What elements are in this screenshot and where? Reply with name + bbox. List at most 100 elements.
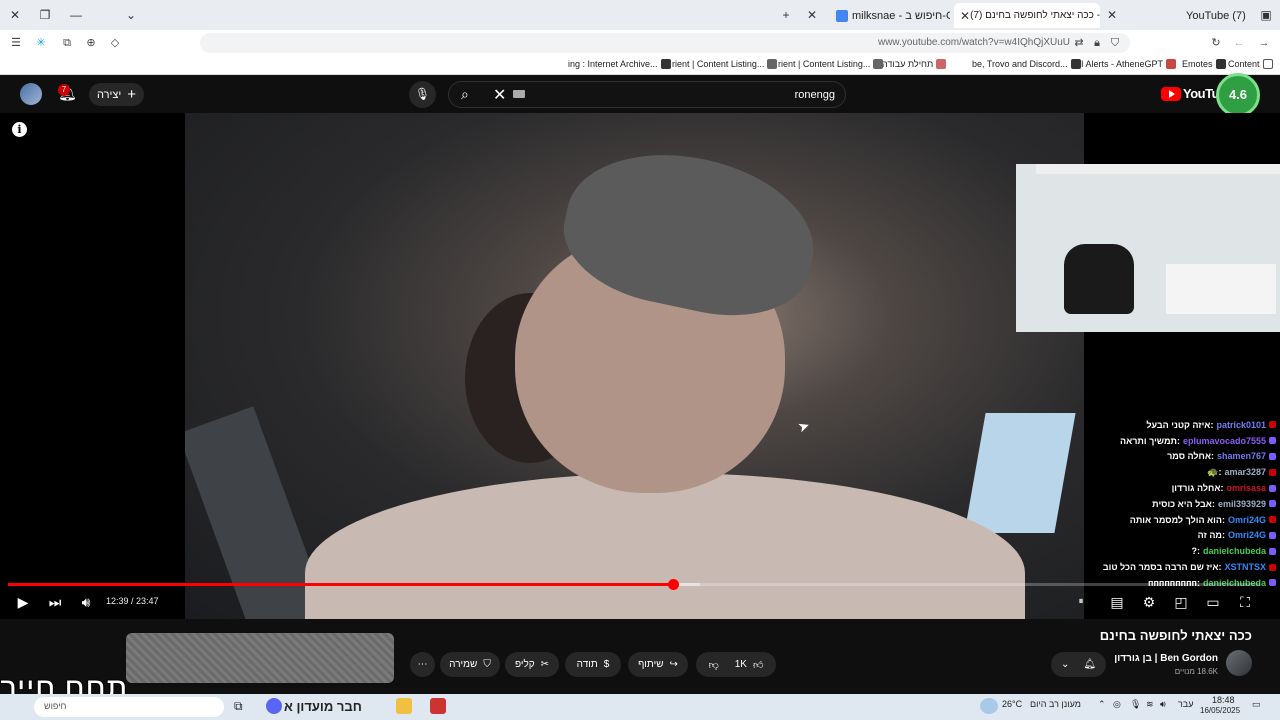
- subscribe-bell-button[interactable]: ⌄ 🔔︎: [1051, 652, 1106, 677]
- restore-window-icon[interactable]: ❐: [36, 6, 54, 24]
- forward-icon[interactable]: →: [1257, 36, 1271, 50]
- extension-icon[interactable]: ✳: [34, 36, 48, 50]
- tab-youtube-home[interactable]: YouTube (7): [1180, 3, 1250, 28]
- bookmark-trovo[interactable]: be, Trovo and Discord...: [972, 59, 1081, 69]
- subtitles-icon[interactable]: ▤: [1108, 593, 1126, 611]
- chat-separator: :: [1210, 419, 1214, 430]
- chat-badge-icon: [1269, 452, 1276, 460]
- download-icon[interactable]: ⊕: [84, 36, 98, 50]
- progress-scrubber[interactable]: [667, 579, 679, 590]
- dislike-icon[interactable]: 👎︎: [709, 659, 719, 671]
- notification-count-badge: 7: [58, 84, 70, 96]
- search-input[interactable]: ronengg: [795, 89, 835, 101]
- keyboard-icon[interactable]: [513, 90, 525, 98]
- more-actions-button[interactable]: ⋯: [410, 652, 435, 677]
- chat-username: Omri24G: [1227, 530, 1266, 541]
- like-dislike-button[interactable]: 👎︎ 1K 👍︎: [696, 652, 776, 677]
- network-icon[interactable]: ◎: [1113, 699, 1121, 710]
- chat-message: אחלה סמר : shamen767: [1048, 449, 1276, 465]
- shield-icon[interactable]: ◇: [108, 36, 122, 50]
- bookmark-start-work[interactable]: תחילת עבודה: [882, 59, 947, 69]
- channel-avatar[interactable]: [1226, 650, 1252, 676]
- progress-bar[interactable]: [8, 579, 1260, 590]
- fullscreen-icon[interactable]: ⛶: [1236, 593, 1254, 611]
- play-icon[interactable]: ▶: [14, 593, 32, 611]
- chat-username: amar3287: [1224, 467, 1266, 478]
- reload-icon[interactable]: ↻: [1209, 36, 1223, 50]
- bookmark-internet-archive[interactable]: ing : Internet Archive...: [568, 59, 671, 69]
- clock-time[interactable]: 18:48: [1212, 695, 1235, 705]
- save-button[interactable]: שמירה ⛉: [440, 652, 500, 677]
- menu-icon[interactable]: ☰: [9, 36, 23, 50]
- task-view-icon[interactable]: ⧉: [234, 699, 243, 714]
- clip-button[interactable]: קליפ ✂: [505, 652, 559, 677]
- notification-center-icon[interactable]: ▭: [1252, 699, 1261, 710]
- video-player[interactable]: i איזה קטני הבעל : patrick0101 תמשיך ותרא…: [0, 113, 1280, 619]
- chat-separator: :: [1196, 546, 1200, 557]
- time-display: 12:39 / 23:47: [106, 596, 159, 606]
- taskbar-search-field[interactable]: חיפוש: [34, 697, 224, 717]
- taskbar-app-label[interactable]: חבר מועדון א: [284, 699, 362, 714]
- bookmark-content[interactable]: Content: [1228, 59, 1273, 69]
- theater-mode-icon[interactable]: ▭: [1204, 593, 1222, 611]
- new-tab-icon[interactable]: +: [777, 6, 795, 24]
- tab-actions-icon[interactable]: ▣: [1257, 6, 1275, 24]
- chat-badge-icon: [1269, 421, 1276, 429]
- video-title: ככה יצאתי לחופשה בחינם: [1099, 628, 1252, 643]
- settings-gear-icon[interactable]: ⚙: [1140, 593, 1158, 611]
- voice-search-mic-icon[interactable]: 🎙︎: [409, 81, 436, 108]
- like-icon[interactable]: 👍︎: [753, 659, 763, 671]
- volume-icon[interactable]: 🔊︎: [77, 593, 95, 611]
- close-tab-icon[interactable]: ✕: [1103, 6, 1121, 24]
- clear-search-icon[interactable]: ✕: [493, 85, 506, 105]
- language-indicator[interactable]: עבר: [1178, 699, 1193, 709]
- stream-chat-overlay: איזה קטני הבעל : patrick0101 תמשיך ותראה …: [1048, 417, 1276, 591]
- bookmark-save-icon: ⛉: [483, 659, 491, 670]
- tab-list-chevron-icon[interactable]: ⌄: [122, 6, 140, 24]
- wifi-icon[interactable]: ≋: [1146, 699, 1154, 710]
- tab-video[interactable]: ✕ (7) ככה יצאתי לחופשה בחינם - ...: [954, 3, 1100, 28]
- chat-message: מה זה : Omri24G: [1048, 528, 1276, 544]
- address-bar[interactable]: www.youtube.com/watch?v=w4IQhQjXUuU: [200, 33, 1130, 53]
- clock-date[interactable]: 16/05/2025: [1200, 706, 1240, 715]
- create-button[interactable]: יצירה +: [89, 83, 144, 106]
- webcam-bed: [1166, 264, 1276, 314]
- miniplayer-icon[interactable]: ◰: [1172, 593, 1190, 611]
- bookmark-content-listing-2[interactable]: rient | Content Listing...: [672, 59, 778, 69]
- translate-icon[interactable]: ⇄: [1072, 36, 1086, 50]
- chat-text: אחלה גורדון: [1171, 483, 1221, 494]
- close-tab-icon[interactable]: ✕: [803, 6, 821, 24]
- mic-tray-icon[interactable]: 🎙︎: [1130, 699, 1141, 710]
- bookmark-emotes[interactable]: Emotes: [1182, 59, 1226, 69]
- share-button[interactable]: שיתוף ↪: [628, 652, 688, 677]
- close-tab-icon[interactable]: ✕: [960, 7, 970, 25]
- user-avatar[interactable]: [20, 83, 42, 105]
- search-icon[interactable]: ⌕: [461, 86, 469, 103]
- info-icon[interactable]: i: [12, 122, 27, 137]
- recording-app-icon[interactable]: [430, 698, 446, 714]
- close-window-icon[interactable]: ✕: [6, 6, 24, 24]
- extensions-puzzle-icon[interactable]: ⧉: [60, 36, 74, 50]
- video-frame[interactable]: [185, 113, 1084, 619]
- promo-card[interactable]: [126, 633, 394, 683]
- back-icon[interactable]: ←: [1232, 36, 1246, 50]
- lock-icon[interactable]: 🔒︎: [1090, 36, 1104, 50]
- tracking-shield-icon[interactable]: ⛉: [1108, 36, 1122, 50]
- chat-separator: :: [1220, 483, 1224, 494]
- thanks-button[interactable]: תודה $: [565, 652, 621, 677]
- file-explorer-icon[interactable]: [396, 698, 412, 714]
- tray-chevron-icon[interactable]: ⌃: [1098, 699, 1106, 710]
- weather-cloud-icon[interactable]: [980, 698, 998, 714]
- discord-taskbar-icon[interactable]: [266, 698, 282, 714]
- chat-badge-icon: [1269, 531, 1276, 539]
- tab-google-search[interactable]: milksnae - חיפוש ב-Google: [826, 3, 950, 28]
- bookmark-ai-alerts[interactable]: AI Alerts - AtheneGPT: [1075, 59, 1177, 69]
- search-box[interactable]: ⌕ ✕ ronengg: [448, 81, 846, 108]
- speaker-icon[interactable]: 🔊︎: [1160, 699, 1166, 710]
- autoplay-toggle[interactable]: ⏸︎: [1070, 593, 1092, 611]
- next-icon[interactable]: ⏭︎: [46, 593, 64, 611]
- minimize-window-icon[interactable]: —: [67, 6, 85, 24]
- channel-name[interactable]: Ben Gordon | בן גורדון: [1114, 653, 1218, 664]
- bookmark-content-listing-1[interactable]: rient | Content Listing...: [778, 59, 884, 69]
- google-favicon-icon: [836, 9, 848, 22]
